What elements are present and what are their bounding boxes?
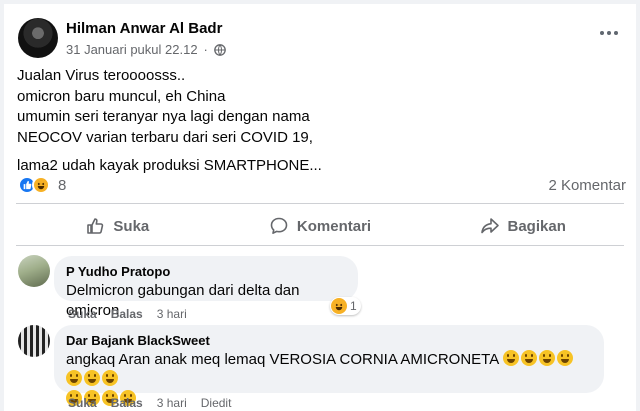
- commenter-name[interactable]: P Yudho Pratopo: [66, 264, 346, 279]
- comment-reply-link[interactable]: Balas: [111, 307, 143, 321]
- comment-reaction-badge[interactable]: 1: [330, 297, 361, 315]
- post-text-line: omicron baru muncul, eh China: [17, 87, 226, 105]
- share-icon: [480, 218, 499, 234]
- post-text-line: umumin seri teranyar nya lagi dengan nam…: [17, 108, 310, 125]
- grinning-face-emoji: [538, 350, 555, 366]
- post-text: Jualan Virus teroooosss.. omicron baru m…: [17, 66, 322, 177]
- comment-actions: Suka Balas 3 hari Diedit: [68, 396, 231, 410]
- comment-button[interactable]: Komentari: [219, 208, 422, 244]
- like-button[interactable]: Suka: [16, 208, 219, 244]
- comment-text-content: angkaq Aran anak meq lemaq VEROSIA CORNI…: [66, 351, 499, 368]
- reaction-summary[interactable]: 8: [18, 176, 66, 194]
- comment-reply-link[interactable]: Balas: [111, 396, 143, 410]
- divider: [16, 245, 624, 246]
- comment-time[interactable]: 3 hari: [157, 396, 187, 410]
- comment-count-link[interactable]: 2 Komentar: [548, 177, 626, 194]
- post-text-line: NEOCOV varian terbaru dari seri COVID 19…: [17, 128, 313, 146]
- divider: [16, 203, 624, 204]
- post-text-line: lama2 udah kayak produksi SMARTPHONE...: [17, 157, 322, 174]
- more-options-icon[interactable]: [600, 26, 622, 40]
- grinning-face-emoji: [66, 370, 82, 386]
- share-button[interactable]: Bagikan: [421, 208, 624, 244]
- haha-icon: [331, 298, 347, 314]
- post-text-line: Jualan Virus teroooosss..: [17, 67, 186, 84]
- comment-like-link[interactable]: Suka: [68, 307, 97, 321]
- author-avatar[interactable]: [18, 18, 58, 58]
- commenter-name[interactable]: Dar Bajank BlackSweet: [66, 333, 592, 348]
- post-author-name[interactable]: Hilman Anwar Al Badr: [66, 20, 222, 37]
- comment-like-link[interactable]: Suka: [68, 396, 97, 410]
- comment-bubble: P Yudho Pratopo Delmicron gabungan dari …: [54, 256, 358, 319]
- grinning-face-emoji: [502, 350, 519, 366]
- comment-reaction-count: 1: [350, 299, 357, 313]
- commenter-avatar[interactable]: [18, 325, 50, 357]
- post-meta: 31 Januari pukul 22.12 ·: [66, 42, 226, 57]
- grinning-face-emoji: [102, 370, 118, 386]
- grinning-face-emoji: [556, 350, 573, 366]
- comment-edited-label[interactable]: Diedit: [201, 396, 232, 410]
- thumbs-up-icon: [87, 218, 104, 234]
- comment-icon: [270, 217, 288, 234]
- grinning-face-emoji: [84, 370, 100, 386]
- post-timestamp[interactable]: 31 Januari pukul 22.12: [66, 42, 198, 57]
- post-card: Hilman Anwar Al Badr 31 Januari pukul 22…: [4, 4, 636, 411]
- comment-time[interactable]: 3 hari: [157, 307, 187, 321]
- haha-icon: [32, 176, 50, 194]
- commenter-avatar[interactable]: [18, 255, 50, 287]
- globe-icon: [214, 43, 226, 56]
- comment-bubble: Dar Bajank BlackSweet angkaq Aran anak m…: [54, 325, 604, 406]
- reaction-count: 8: [58, 176, 67, 194]
- meta-separator: ·: [203, 42, 208, 57]
- comment-actions: Suka Balas 3 hari: [68, 307, 187, 321]
- grinning-face-emoji: [520, 350, 537, 366]
- share-button-label: Bagikan: [507, 217, 566, 235]
- comment-button-label: Komentari: [296, 217, 372, 235]
- post-actions: Suka Komentari Bagikan: [16, 208, 624, 244]
- like-button-label: Suka: [113, 217, 150, 235]
